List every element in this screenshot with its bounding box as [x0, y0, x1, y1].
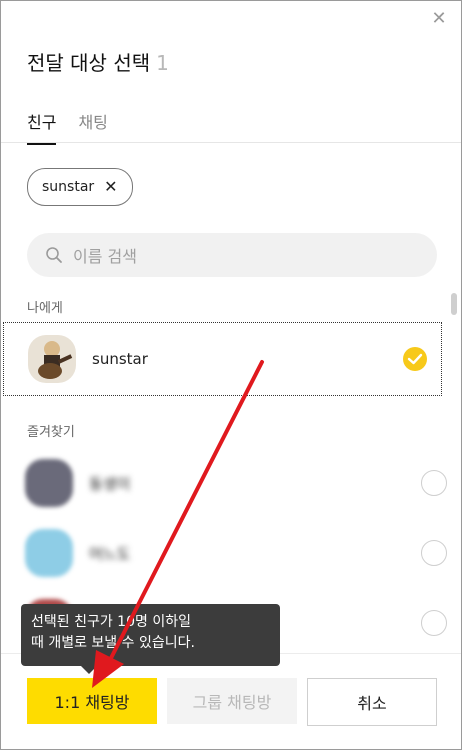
tooltip-pointer	[81, 666, 97, 674]
tooltip: 선택된 친구가 10명 이하일 때 개별로 보낼 수 있습니다.	[21, 604, 280, 674]
forward-dialog: ✕ 전달 대상 선택 1 친구 채팅 sunstar ✕ 이름 검색 나에게 su…	[0, 0, 462, 750]
list-item[interactable]: 어느도	[1, 517, 461, 589]
cancel-button[interactable]: 취소	[307, 678, 437, 726]
section-me: 나에게	[27, 301, 63, 316]
avatar	[28, 335, 76, 383]
search-placeholder: 이름 검색	[73, 247, 137, 266]
section-favorites: 즐겨찾기	[27, 425, 75, 440]
tab-divider	[1, 142, 461, 143]
avatar	[25, 529, 73, 577]
search-input[interactable]: 이름 검색	[27, 233, 437, 277]
title-text: 전달 대상 선택	[27, 51, 151, 75]
close-icon[interactable]: ✕	[429, 9, 449, 29]
friend-name: 동생이	[89, 474, 131, 493]
tab-chats[interactable]: 채팅	[78, 109, 107, 145]
tooltip-line-1: 선택된 친구가 10명 이하일	[31, 614, 191, 630]
dialog-title: 전달 대상 선택 1	[27, 47, 169, 76]
tooltip-line-2: 때 개별로 보낼 수 있습니다.	[31, 635, 195, 651]
unselected-check-icon[interactable]	[421, 470, 447, 496]
tab-bar: 친구 채팅	[27, 109, 108, 145]
selected-check-icon[interactable]	[403, 347, 427, 371]
group-chat-button[interactable]: 그룹 채팅방	[167, 678, 297, 724]
selected-count: 1	[156, 51, 169, 75]
remove-chip-icon[interactable]: ✕	[104, 179, 117, 195]
scrollbar[interactable]	[451, 293, 457, 315]
unselected-check-icon[interactable]	[421, 540, 447, 566]
selected-chip: sunstar ✕	[27, 168, 133, 206]
list-item[interactable]: 동생이	[1, 447, 461, 519]
friend-name: sunstar	[92, 350, 148, 368]
friend-name: 어느도	[89, 544, 131, 563]
one-to-one-chat-button[interactable]: 1:1 채팅방	[27, 678, 157, 724]
avatar	[25, 459, 73, 507]
search-icon	[46, 247, 62, 263]
tab-friends[interactable]: 친구	[27, 109, 57, 145]
list-item-me[interactable]: sunstar	[3, 322, 442, 396]
unselected-check-icon[interactable]	[421, 610, 447, 636]
chip-label: sunstar	[42, 179, 95, 195]
